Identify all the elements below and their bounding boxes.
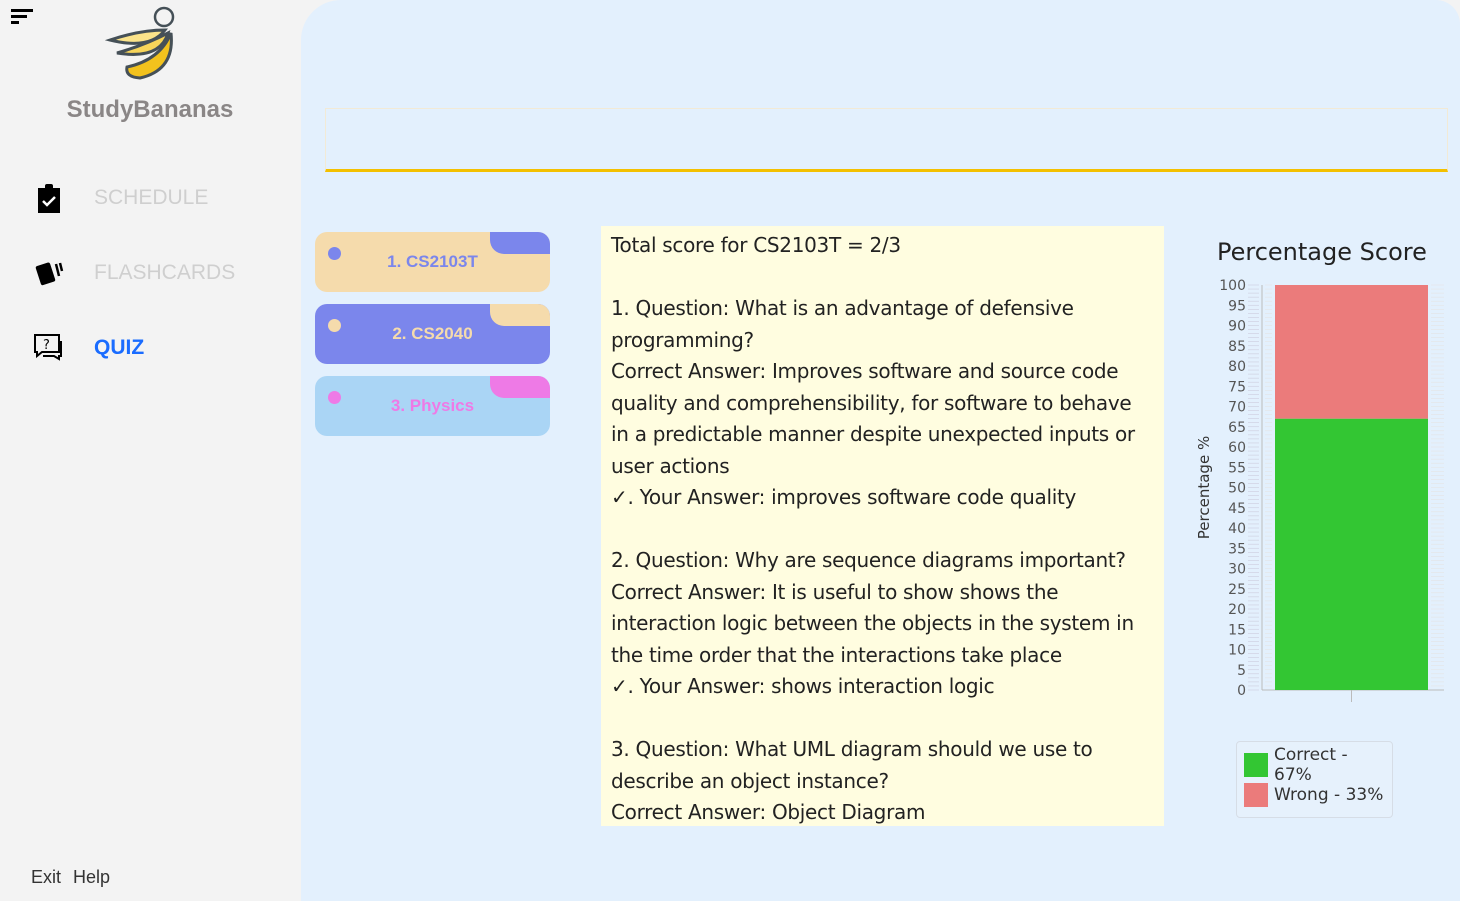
sidebar-item-label: SCHEDULE (94, 186, 209, 209)
quiz-card-label: 2. CS2040 (392, 324, 473, 343)
cards-icon (35, 262, 64, 286)
banana-logo-icon (105, 6, 175, 80)
y-tick-label: 80 (1228, 359, 1246, 375)
y-tick-label: 25 (1228, 582, 1246, 598)
quiz-card-label: 3. Physics (390, 396, 475, 415)
card-tab (490, 304, 550, 326)
sidebar-item-schedule[interactable]: SCHEDULE (34, 183, 208, 213)
result-line: Correct Answer: It is useful to show sho… (611, 579, 1140, 667)
quiz-card-cs2040[interactable]: 2. CS2040 (315, 304, 550, 364)
legend-swatch (1244, 783, 1268, 807)
y-tick-label: 75 (1228, 379, 1246, 395)
result-line: 2. Question: Why are sequence diagrams i… (611, 548, 1126, 572)
y-tick-label: 55 (1228, 460, 1246, 476)
card-tab (490, 376, 550, 398)
y-tick-label: 65 (1228, 420, 1246, 436)
svg-text:?: ? (43, 338, 50, 353)
result-line: Correct Answer: Object Diagram (611, 800, 926, 824)
card-tab (490, 232, 550, 254)
result-line: 1. Question: What is an advantage of def… (611, 296, 1080, 352)
y-tick-label: 70 (1228, 400, 1246, 416)
question-chat-icon: ? (34, 334, 62, 361)
sidebar-item-label: QUIZ (94, 336, 145, 359)
sidebar-item-label: FLASHCARDS (94, 261, 236, 284)
exit-link[interactable]: Exit (31, 867, 61, 887)
result-line: Total score for CS2103T = 2/3 (611, 233, 901, 257)
bar-segment-wrong (1275, 285, 1428, 419)
menu-icon[interactable] (11, 9, 33, 27)
y-tick-label: 20 (1228, 602, 1246, 618)
y-tick-label: 35 (1228, 541, 1246, 557)
y-tick-label: 30 (1228, 562, 1246, 578)
sidebar: StudyBananas SCHEDULE FLASHCARDS ? QUIZ … (0, 0, 300, 901)
y-tick-label: 0 (1237, 683, 1246, 699)
quiz-card-cs2103t[interactable]: 1. CS2103T (315, 232, 550, 292)
dot-icon (328, 247, 341, 260)
help-link[interactable]: Help (73, 867, 110, 887)
y-tick-label: 45 (1228, 501, 1246, 517)
y-tick-label: 90 (1228, 319, 1246, 335)
legend-label: Correct - 67% (1274, 745, 1348, 785)
y-tick-label: 5 (1237, 663, 1246, 679)
result-line: Correct Answer: Improves software and so… (611, 359, 1141, 478)
bar-segment-correct (1275, 418, 1428, 690)
y-tick-label: 40 (1228, 521, 1246, 537)
y-tick-label: 95 (1228, 298, 1246, 314)
quiz-card-physics[interactable]: 3. Physics (315, 376, 550, 436)
clipboard-check-icon (38, 184, 60, 213)
quiz-card-label: 1. CS2103T (387, 252, 478, 271)
footer-links: Exit Help (31, 867, 122, 888)
chart-title: Percentage Score (1217, 238, 1427, 266)
command-input[interactable] (325, 108, 1448, 172)
y-tick-label: 60 (1228, 440, 1246, 456)
main-panel: 1. CS2103T 2. CS2040 3. Physics Total sc… (301, 0, 1460, 901)
y-tick-label: 50 (1228, 481, 1246, 497)
y-tick-label: 85 (1228, 339, 1246, 355)
chart-legend: Correct - 67% Wrong - 33% (1236, 741, 1393, 818)
y-axis-label: Percentage % (1195, 436, 1213, 539)
sidebar-item-flashcards[interactable]: FLASHCARDS (34, 258, 235, 288)
y-tick-label: 100 (1219, 278, 1246, 294)
percentage-chart: 0 5 10 15 20 25 30 35 40 45 50 55 60 65 70 75 80 85 90 95 10… (1195, 278, 1444, 702)
sidebar-item-quiz[interactable]: ? QUIZ (34, 333, 144, 363)
brand-name: StudyBananas (66, 96, 234, 123)
legend-item-correct: Correct - 67% (1244, 745, 1385, 785)
dot-icon (328, 319, 341, 332)
dot-icon (328, 391, 341, 404)
legend-label: Wrong - 33% (1274, 785, 1384, 805)
y-tick-label: 15 (1228, 622, 1246, 638)
result-line: ✓. Your Answer: improves software code q… (611, 485, 1077, 509)
result-line: 3. Question: What UML diagram should we … (611, 737, 1099, 793)
legend-swatch (1244, 753, 1268, 777)
result-line: ✓. Your Answer: shows interaction logic (611, 674, 995, 698)
y-tick-label: 10 (1228, 643, 1246, 659)
legend-item-wrong: Wrong - 33% (1244, 780, 1385, 810)
quiz-result-text: Total score for CS2103T = 2/3 1. Questio… (601, 226, 1164, 826)
